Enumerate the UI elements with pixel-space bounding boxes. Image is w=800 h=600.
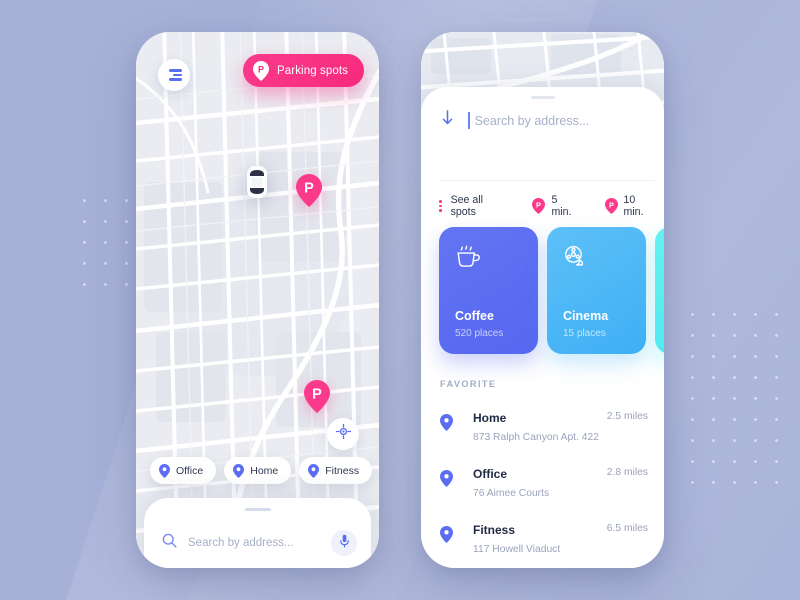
sheet-drag-handle[interactable] [244,508,271,511]
favorite-distance: 6.5 miles [606,523,648,534]
chip-office[interactable]: Office [150,457,217,484]
phone-map-screen: P Parking spots P P P [136,32,379,568]
favorite-item-home[interactable]: Home 873 Ralph Canyon Apt. 422 2.5 miles [440,399,648,455]
map-pin-icon [440,470,453,487]
map-pin-icon [233,463,245,478]
chip-label: Fitness [325,464,360,477]
favorite-address: 117 Howell Viaduct [473,544,561,555]
see-all-spots-link[interactable]: See all spots [451,194,507,218]
svg-text:P: P [312,387,322,403]
favorite-address: 76 Aimee Courts [473,488,550,499]
favorite-distance: 2.8 miles [606,467,648,478]
favorites-section-header: FAVORITE [440,379,497,389]
chip-label: Home [250,464,279,477]
coffee-cup-icon [455,245,538,275]
category-title: Coffee [455,309,494,323]
favorite-item-office[interactable]: Office 76 Aimee Courts 2.8 miles [440,455,648,511]
parking-pin-icon: P [532,198,546,214]
search-bar[interactable]: Search by address... [162,530,357,556]
locate-me-button[interactable] [327,418,359,450]
content-sheet: Search by address... See all spots P 5 m… [421,87,664,568]
map-marker-parking[interactable]: P [296,174,322,207]
favorite-distance: 2.5 miles [606,411,648,422]
filter-icon [167,69,182,81]
decorative-dot-grid-left [70,186,138,298]
map-pin-icon [159,463,170,478]
svg-text:P: P [609,200,614,209]
parking-spots-label: Parking spots [277,64,348,77]
film-reel-icon [563,245,646,274]
favorites-list: Home 873 Ralph Canyon Apt. 422 2.5 miles… [440,399,648,567]
search-input-placeholder[interactable]: Search by address... [475,114,590,128]
svg-text:P: P [258,64,264,74]
arrow-down-icon[interactable] [441,110,454,131]
map-pin-icon [440,526,453,543]
quick-filters-row: See all spots P 5 min. P 10 min. [439,180,654,218]
category-card-next[interactable] [655,227,664,354]
map-pin-icon [440,414,453,431]
sheet-drag-handle[interactable] [530,96,555,99]
map-marker-parking[interactable]: P [304,380,330,413]
car-icon [246,165,268,199]
quick-location-chips: Office Home Fitness [136,457,379,484]
search-bottom-sheet: Search by address... [144,498,371,568]
quick-filter-label: 5 min. [551,194,572,218]
parking-pin-icon: P [604,198,618,214]
voice-search-button[interactable] [331,530,357,556]
search-bar[interactable]: Search by address... [441,110,648,146]
search-input-placeholder[interactable]: Search by address... [188,537,320,549]
crosshair-icon [335,423,351,444]
text-caret [468,112,470,129]
quick-filter-5min[interactable]: P 5 min. [532,194,576,218]
quick-filter-10min[interactable]: P 10 min. [604,194,654,218]
parking-pin-icon: P [253,60,270,81]
favorite-name: Office [473,467,508,481]
favorite-name: Fitness [473,523,516,537]
app-mockup-stage: P Parking spots P P P [0,0,800,600]
category-title: Cinema [563,309,609,323]
decorative-dot-grid-right [678,300,790,500]
favorite-address: 873 Ralph Canyon Apt. 422 [473,432,599,443]
category-card-coffee[interactable]: Coffee 520 places [439,227,538,354]
svg-text:P: P [304,181,314,197]
map-pin-icon [308,463,320,478]
filter-button[interactable] [158,59,190,91]
category-card-carousel[interactable]: Coffee 520 places Cinema 15 places [439,227,664,354]
kebab-menu-icon[interactable] [439,199,442,213]
map-canvas[interactable] [136,32,379,568]
phone-search-screen: Search by address... See all spots P 5 m… [421,32,664,568]
category-card-cinema[interactable]: Cinema 15 places [547,227,646,354]
chip-fitness[interactable]: Fitness [299,457,373,484]
parking-spots-button[interactable]: P Parking spots [243,54,364,87]
favorite-item-fitness[interactable]: Fitness 117 Howell Viaduct 6.5 miles [440,511,648,567]
category-subtitle: 520 places [455,328,504,339]
svg-text:P: P [536,200,541,209]
chip-label: Office [176,464,204,477]
microphone-icon [339,534,350,553]
category-subtitle: 15 places [563,328,606,339]
quick-filter-label: 10 min. [623,194,644,218]
search-icon [162,533,177,553]
chip-home[interactable]: Home [224,457,292,484]
favorite-name: Home [473,411,507,425]
